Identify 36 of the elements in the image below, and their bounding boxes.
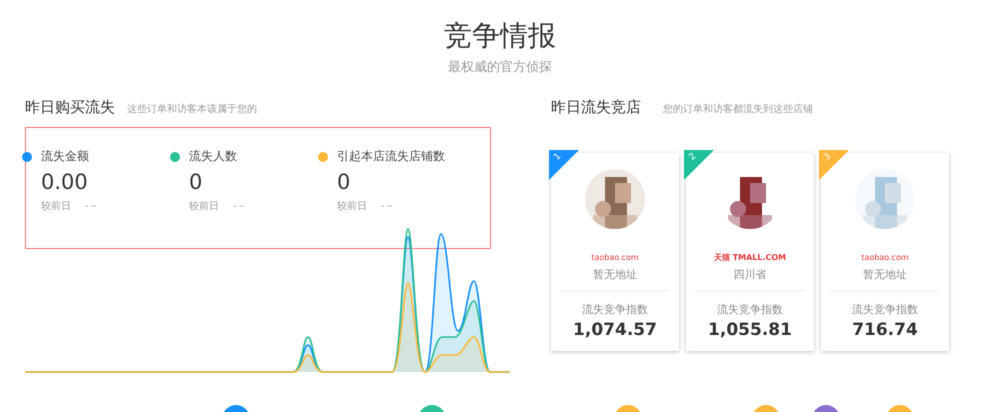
stat-value: 0.00 (41, 169, 89, 195)
compare-label: 较前日 (189, 200, 219, 213)
store-card[interactable]: 3 taobao.com 暂无地址 流失竞争指数 716.74 (821, 153, 949, 351)
page-title: 竞争情报 (444, 18, 556, 54)
section-hint: 您的订单和访客都流失到这些店铺 (663, 102, 813, 116)
store-card[interactable]: 1 taobao.com 暂无地址 流失竞争指数 1,074.57 (551, 153, 679, 351)
compare-label: 较前日 (337, 200, 367, 213)
index-label: 流失竞争指数 (717, 302, 783, 317)
compare-value: -－ (233, 200, 247, 213)
rank-number: 3 (822, 150, 834, 164)
section-title: 昨日流失竞店 (551, 98, 641, 117)
platform-logo: taobao.com (861, 253, 909, 263)
stat-value: 0 (189, 169, 204, 195)
index-label: 流失竞争指数 (582, 302, 648, 317)
section-hint: 这些订单和访客本该属于您的 (127, 102, 257, 116)
store-address: 四川省 (734, 267, 766, 282)
index-value: 716.74 (852, 320, 918, 340)
store-card[interactable]: 2 天猫 TMALL.COM 四川省 流失竞争指数 1,055.81 (686, 153, 814, 351)
compare-value: -－ (381, 200, 395, 213)
compare-value: -－ (85, 200, 99, 213)
store-address: 暂无地址 (593, 267, 637, 282)
stat-label: 流失人数 (189, 148, 237, 165)
page-subtitle: 最权威的官方侦探 (448, 60, 552, 76)
index-label: 流失竞争指数 (852, 302, 918, 317)
compare-label: 较前日 (41, 200, 71, 213)
rank-number: 1 (552, 150, 564, 164)
rank-number: 2 (686, 150, 700, 164)
store-address: 暂无地址 (863, 267, 907, 282)
platform-logo: 天猫 TMALL.COM (714, 253, 786, 263)
stat-label: 流失金额 (41, 148, 89, 165)
section-title: 昨日购买流失 (25, 98, 115, 117)
index-value: 1,055.81 (708, 320, 792, 340)
index-value: 1,074.57 (573, 320, 657, 340)
stat-label: 引起本店流失店铺数 (337, 148, 445, 165)
stat-value: 0 (337, 169, 352, 195)
platform-logo: taobao.com (591, 253, 639, 263)
